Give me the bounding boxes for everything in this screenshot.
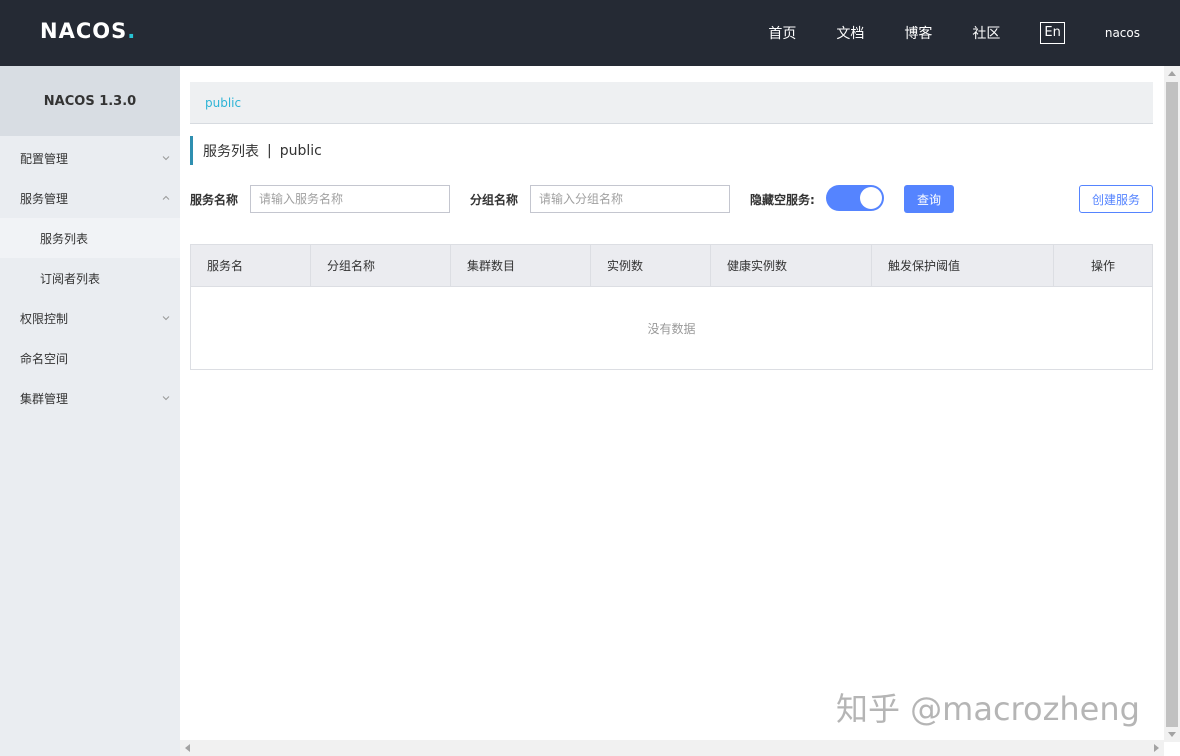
column-header-actions: 操作 <box>1090 259 1115 273</box>
chevron-down-icon <box>162 394 170 402</box>
nacos-logo[interactable]: NACOS. <box>40 19 136 43</box>
table-empty-message: 没有数据 <box>647 321 696 336</box>
main-content: public 服务列表 | public 服务名称 分组名称 隐藏空服务: 查询… <box>180 66 1164 742</box>
column-header-service-name: 服务名 <box>191 245 311 286</box>
sidebar-item-subscriber-list[interactable]: 订阅者列表 <box>0 258 180 298</box>
sidebar-item-label: 权限控制 <box>20 311 69 326</box>
create-service-button[interactable]: 创建服务 <box>1079 185 1153 213</box>
hide-empty-label: 隐藏空服务: <box>750 193 815 207</box>
scroll-up-arrow-icon[interactable] <box>1168 71 1176 76</box>
namespace-bar: public <box>190 82 1153 124</box>
version-title: NACOS 1.3.0 <box>0 66 180 136</box>
sidebar-item-label: 配置管理 <box>20 151 69 166</box>
sidebar-item-access-control[interactable]: 权限控制 <box>0 298 180 338</box>
sidebar: NACOS 1.3.0 配置管理 服务管理 服务列表 订阅者列表 权限控制 命名… <box>0 66 180 756</box>
column-header-protect-threshold: 触发保护阈值 <box>872 245 1054 286</box>
scroll-down-arrow-icon[interactable] <box>1168 732 1176 737</box>
sidebar-item-service-list[interactable]: 服务列表 <box>0 218 180 258</box>
sidebar-item-label: 集群管理 <box>20 391 69 406</box>
query-button[interactable]: 查询 <box>904 185 954 213</box>
nav-docs[interactable]: 文档 <box>836 23 864 43</box>
service-name-label: 服务名称 <box>190 193 239 207</box>
vertical-scroll-thumb[interactable] <box>1166 82 1178 727</box>
chevron-down-icon <box>162 154 170 162</box>
page-title: 服务列表 | public <box>190 136 322 165</box>
column-header-instance-count: 实例数 <box>591 245 711 286</box>
service-name-input[interactable] <box>250 185 450 213</box>
column-header-cluster-count: 集群数目 <box>451 245 591 286</box>
sidebar-item-service-management[interactable]: 服务管理 <box>0 178 180 218</box>
language-switch-button[interactable]: En <box>1040 22 1065 44</box>
scroll-right-arrow-icon[interactable] <box>1154 744 1159 752</box>
column-header-group-name: 分组名称 <box>311 245 451 286</box>
zhihu-watermark: 知乎 @macrozheng <box>836 690 1140 728</box>
sidebar-item-label: 订阅者列表 <box>40 271 101 286</box>
sidebar-item-label: 服务管理 <box>20 191 69 206</box>
search-form: 服务名称 分组名称 隐藏空服务: 查询 创建服务 <box>190 185 1153 213</box>
chevron-down-icon <box>162 314 170 322</box>
nav-home[interactable]: 首页 <box>768 23 796 43</box>
sidebar-item-cluster-management[interactable]: 集群管理 <box>0 378 180 418</box>
namespace-link-public[interactable]: public <box>205 96 241 110</box>
chevron-up-icon <box>162 194 170 202</box>
page-title-namespace: public <box>279 142 322 159</box>
hide-empty-toggle[interactable] <box>826 185 884 211</box>
user-menu[interactable]: nacos <box>1105 26 1140 40</box>
horizontal-scrollbar[interactable] <box>180 740 1164 756</box>
top-header: NACOS. 首页 文档 博客 社区 En nacos <box>0 0 1180 66</box>
title-separator: | <box>267 142 272 159</box>
group-name-label: 分组名称 <box>470 193 519 207</box>
top-nav: 首页 文档 博客 社区 En nacos <box>768 0 1180 66</box>
nav-blog[interactable]: 博客 <box>904 23 932 43</box>
sidebar-item-label: 服务列表 <box>40 231 89 246</box>
page-title-text: 服务列表 <box>203 143 259 160</box>
nav-community[interactable]: 社区 <box>972 23 1000 43</box>
toggle-knob <box>860 187 882 209</box>
table-header: 服务名 分组名称 集群数目 实例数 健康实例数 触发保护阈值 操作 <box>191 245 1152 287</box>
service-table: 服务名 分组名称 集群数目 实例数 健康实例数 触发保护阈值 操作 没有数据 <box>190 244 1153 370</box>
scroll-left-arrow-icon[interactable] <box>185 744 190 752</box>
sidebar-item-label: 命名空间 <box>20 351 69 366</box>
column-header-healthy-instance-count: 健康实例数 <box>711 245 872 286</box>
sidebar-item-namespace[interactable]: 命名空间 <box>0 338 180 378</box>
vertical-scrollbar[interactable] <box>1164 66 1180 742</box>
sidebar-item-config-management[interactable]: 配置管理 <box>0 138 180 178</box>
group-name-input[interactable] <box>530 185 730 213</box>
